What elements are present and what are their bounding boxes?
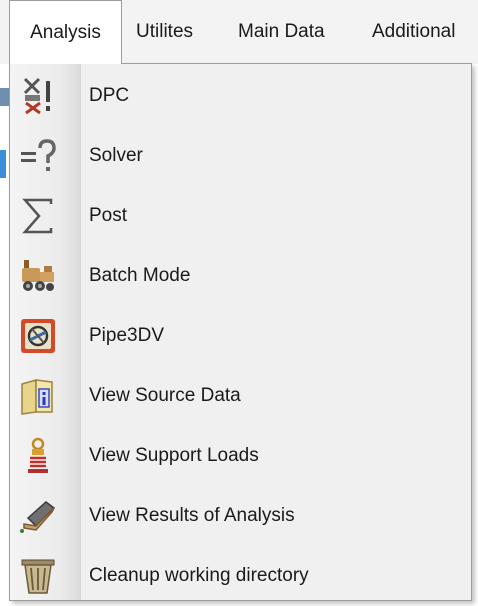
sigma-icon [18, 196, 58, 236]
menu-item-label: Cleanup working directory [89, 565, 309, 586]
menu-item-batch-mode[interactable]: Batch Mode [10, 246, 471, 306]
menu-item-label: View Results of Analysis [89, 505, 295, 526]
background-toolbar-fragment [0, 88, 9, 106]
background-toolbar-fragment [0, 150, 6, 178]
menu-utilites[interactable]: Utilites [136, 0, 193, 64]
menu-main-data[interactable]: Main Data [238, 0, 325, 64]
menu-item-solver[interactable]: Solver [10, 126, 471, 186]
menu-item-label: Pipe3DV [89, 325, 164, 346]
menu-item-label: Batch Mode [89, 265, 191, 286]
results-book-icon [18, 496, 58, 536]
menu-item-label: Post [89, 205, 128, 226]
menu-item-pipe3dv[interactable]: Pipe3DV [10, 306, 471, 366]
pipe3dv-icon [18, 316, 58, 356]
menu-item-label: Solver [89, 145, 143, 166]
menu-item-label: View Source Data [89, 385, 241, 406]
menu-additional[interactable]: Additional [372, 0, 455, 64]
menu-item-label: View Support Loads [89, 445, 259, 466]
menu-item-dpc[interactable]: DPC [10, 66, 471, 126]
menu-item-post[interactable]: Post [10, 186, 471, 246]
dpc-icon [18, 76, 58, 116]
locomotive-icon [18, 256, 58, 296]
menu-item-cleanup-working-directory[interactable]: Cleanup working directory [10, 546, 471, 606]
solver-icon [18, 136, 58, 176]
menu-item-view-source-data[interactable]: View Source Data [10, 366, 471, 426]
menu-item-view-results-of-analysis[interactable]: View Results of Analysis [10, 486, 471, 546]
menu-bar: Analysis Utilites Main Data Additional [0, 0, 478, 64]
menu-item-label: DPC [89, 85, 130, 106]
support-spring-icon [18, 436, 58, 476]
book-info-icon [18, 376, 58, 416]
trash-bin-icon [18, 556, 58, 596]
menu-item-view-support-loads[interactable]: View Support Loads [10, 426, 471, 486]
menu-analysis[interactable]: Analysis [9, 0, 122, 64]
analysis-dropdown-menu: DPC Solver Post Batch Mode Pipe3DV View … [9, 63, 472, 601]
